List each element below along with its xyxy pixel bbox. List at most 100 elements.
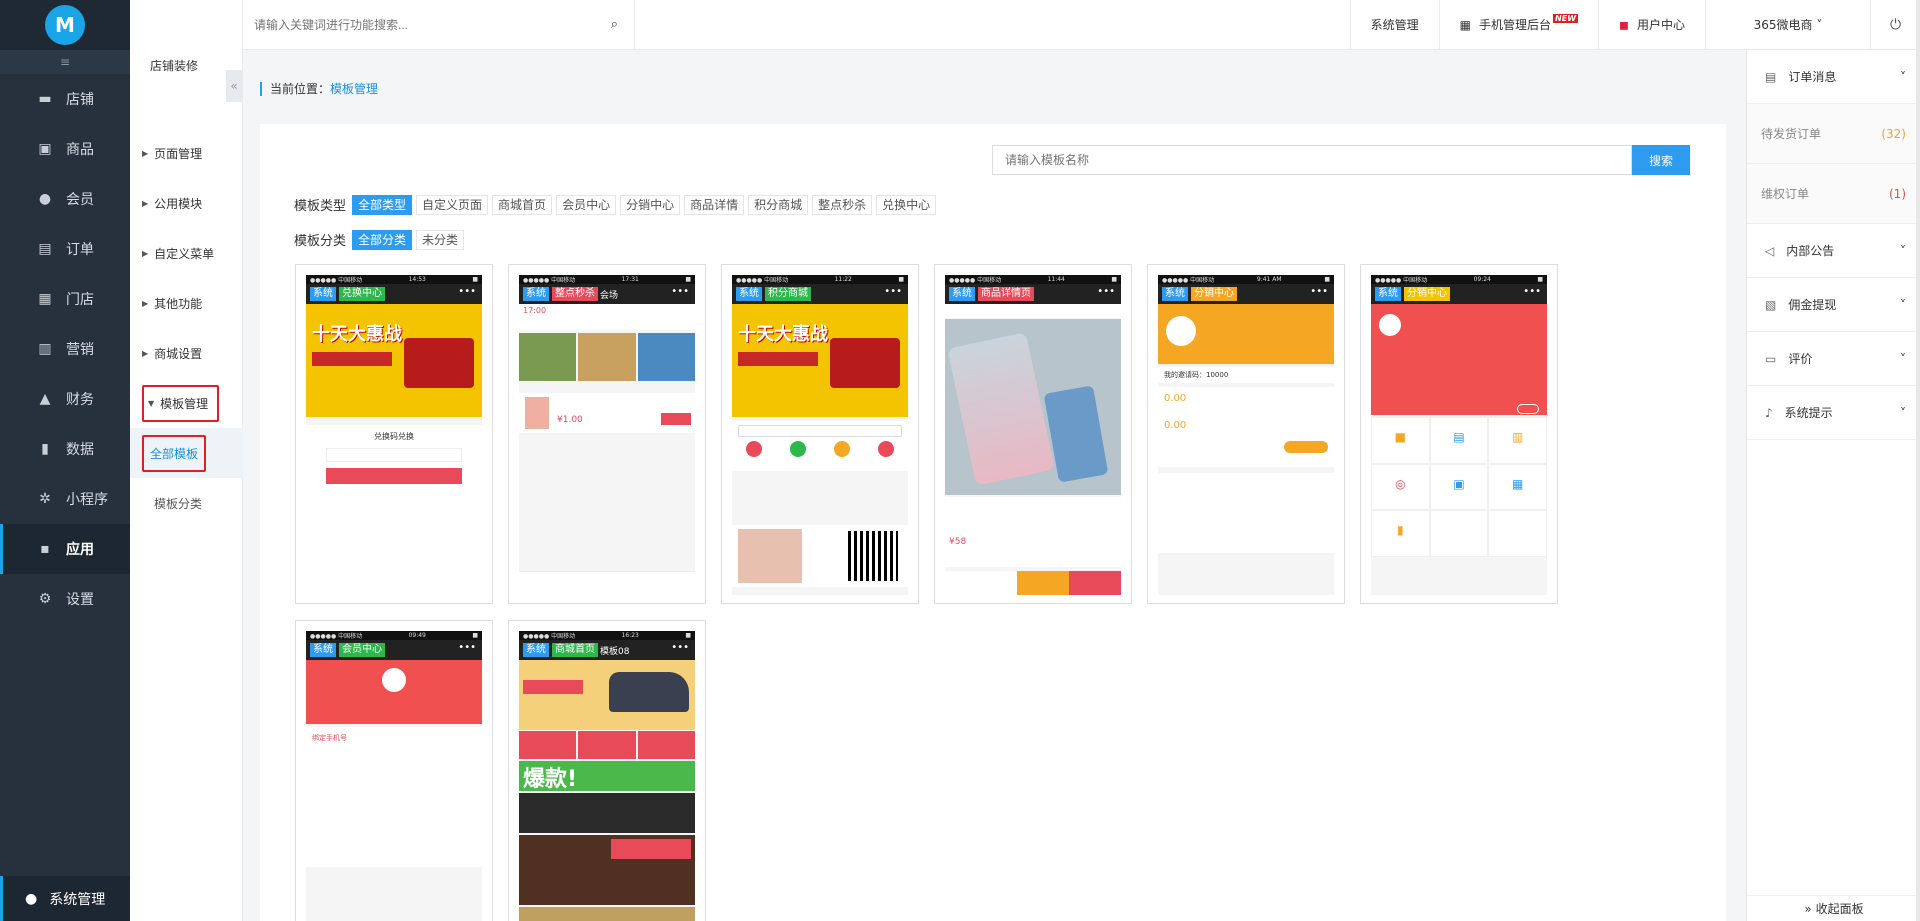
- rights-order-item[interactable]: 维权订单 (1): [1747, 164, 1920, 224]
- sidebar-item-label: 商品: [66, 142, 94, 158]
- comment-icon: ▭: [1765, 351, 1777, 366]
- sidebar-item-store[interactable]: ▦ 门店: [0, 274, 130, 324]
- page-scrollbar[interactable]: [1916, 0, 1920, 921]
- sub-item-custom-menu[interactable]: ▶ 自定义菜单: [130, 228, 243, 278]
- order-message-item[interactable]: ▤ 订单消息 ˅: [1747, 50, 1920, 104]
- sub-child-label: 全部模板: [142, 434, 207, 472]
- phone-nav-bar: 系统 兑换中心 •••: [306, 284, 482, 304]
- system-tag: 系统: [1162, 287, 1188, 301]
- more-icon: •••: [458, 286, 476, 297]
- sub-item-public-modules[interactable]: ▶ 公用模块: [130, 178, 243, 228]
- sidebar-item-label: 应用: [66, 542, 94, 558]
- template-card[interactable]: ●●●●● 中国移动 09:49 ■ 系统 会员中心 ••• 绑定手机号: [295, 620, 493, 921]
- phone-time: 09:24: [1473, 276, 1491, 283]
- template-name: 积分商城: [765, 287, 811, 301]
- type-chip[interactable]: 自定义页面: [416, 195, 489, 215]
- system-management-button[interactable]: ● 系统管理: [0, 876, 130, 921]
- sub-item-page-management[interactable]: ▶ 页面管理: [130, 128, 243, 178]
- more-icon: •••: [1310, 286, 1328, 297]
- sidebar-item-miniapp[interactable]: ✲ 小程序: [0, 474, 130, 524]
- main-content: 搜索 模板类型 全部类型自定义页面商城首页会员中心分销中心商品详情积分商城整点秒…: [260, 124, 1726, 921]
- phone-nav-bar: 系统 会员中心 •••: [306, 640, 482, 660]
- type-chip[interactable]: 会员中心: [556, 195, 617, 215]
- sidebar-item-order[interactable]: ▤ 订单: [0, 224, 130, 274]
- member-icon: ●: [38, 191, 52, 207]
- phone-status-bar: ●●●●● 中国移动 17:31 ■: [519, 275, 695, 284]
- phone-status-bar: ●●●●● 中国移动 14:53 ■: [306, 275, 482, 284]
- mobile-admin-link[interactable]: ▦ 手机管理后台 NEW: [1438, 0, 1598, 49]
- main-sidebar: M ≡ ▬ 店铺 ▣ 商品 ● 会员 ▤ 订单 ▦ 门店 ▥ 营销 ▲ 财务 ▮ 数据 ✲ 小程序 ▪ 应用 ⚙ 设置 ●…: [0, 0, 130, 921]
- sub-item-template-management[interactable]: ▼ 模板管理: [130, 378, 243, 428]
- brand-logo[interactable]: M: [45, 5, 85, 45]
- template-preview: ●●●●● 中国移动 9:41 AM ■ 系统 分销中心 ••• 我的邀请码：10000 0.…: [1158, 275, 1334, 595]
- sub-item-mall-settings[interactable]: ▶ 商城设置: [130, 328, 243, 378]
- sub-item-label: 模板管理: [160, 396, 209, 411]
- shop-switcher[interactable]: 365微电商 ˅: [1705, 0, 1870, 49]
- category-chip[interactable]: 未分类: [416, 230, 465, 250]
- mobile-admin-label: 手机管理后台: [1479, 18, 1552, 32]
- template-card[interactable]: ●●●●● 中国移动 09:24 ■ 系统 分销中心 ••• ■ ▤ ▥ ◎ ▣ ▦ ▮: [1360, 264, 1558, 604]
- power-icon[interactable]: ⏻: [1870, 0, 1920, 49]
- sidebar-item-settings[interactable]: ⚙ 设置: [0, 574, 130, 624]
- phone-time: 17:31: [621, 276, 639, 283]
- template-name: 商品详情页: [978, 287, 1034, 301]
- template-search-button[interactable]: 搜索: [1632, 145, 1690, 175]
- sidebar-item-data[interactable]: ▮ 数据: [0, 424, 130, 474]
- template-card[interactable]: ●●●●● 中国移动 9:41 AM ■ 系统 分销中心 ••• 我的邀请码：10000 0.…: [1147, 264, 1345, 604]
- sidebar-item-shop[interactable]: ▬ 店铺: [0, 74, 130, 124]
- breadcrumb-current[interactable]: 模板管理: [330, 82, 378, 96]
- sub-sidebar-collapse-icon[interactable]: «: [226, 70, 242, 102]
- phone-nav-bar: 系统 商城首页 模板08 •••: [519, 640, 695, 660]
- marketing-icon: ▥: [38, 341, 52, 357]
- template-card[interactable]: ●●●●● 中国移动 11:22 ■ 系统 积分商城 ••• 十天大惠战: [721, 264, 919, 604]
- review-item[interactable]: ▭ 评价 ˅: [1747, 332, 1920, 386]
- sidebar-collapse-button[interactable]: ≡: [0, 50, 130, 74]
- user-center-link[interactable]: ◼ 用户中心: [1598, 0, 1705, 49]
- sidebar-item-marketing[interactable]: ▥ 营销: [0, 324, 130, 374]
- sidebar-item-apps[interactable]: ▪ 应用: [0, 524, 130, 574]
- function-search: ⌕: [238, 0, 635, 49]
- order-icon: ▤: [38, 241, 52, 257]
- user-center-icon: ◼: [1619, 17, 1629, 32]
- template-preview: ●●●●● 中国移动 14:53 ■ 系统 兑换中心 ••• 十天大惠战 兑换码兑换: [306, 275, 482, 595]
- sidebar-item-goods[interactable]: ▣ 商品: [0, 124, 130, 174]
- search-icon[interactable]: ⌕: [611, 17, 618, 32]
- system-admin-link[interactable]: 系统管理: [1349, 0, 1439, 49]
- system-tag: 系统: [1375, 287, 1401, 301]
- pending-shipment-item[interactable]: 待发货订单 (32): [1747, 104, 1920, 164]
- sub-child-template-categories[interactable]: 模板分类: [130, 478, 243, 528]
- sidebar-item-finance[interactable]: ▲ 财务: [0, 374, 130, 424]
- type-chip[interactable]: 整点秒杀: [812, 195, 873, 215]
- category-chip[interactable]: 全部分类: [352, 230, 413, 250]
- template-card[interactable]: ●●●●● 中国移动 11:44 ■ 系统 商品详情页 ••• ¥58: [934, 264, 1132, 604]
- function-search-input[interactable]: [254, 17, 584, 32]
- phone-time: 11:44: [1047, 276, 1065, 283]
- sub-item-other-functions[interactable]: ▶ 其他功能: [130, 278, 243, 328]
- apps-icon: ▪: [40, 541, 50, 557]
- template-search-input[interactable]: [992, 145, 1632, 175]
- sidebar-item-member[interactable]: ● 会员: [0, 174, 130, 224]
- commission-withdraw-item[interactable]: ▧ 佣金提现 ˅: [1747, 278, 1920, 332]
- system-tag: 系统: [523, 643, 549, 657]
- category-filter-label: 模板分类: [294, 234, 347, 249]
- type-chip[interactable]: 分销中心: [620, 195, 681, 215]
- template-name: 商城首页: [552, 643, 598, 657]
- phone-nav-bar: 系统 整点秒杀 会场 •••: [519, 284, 695, 304]
- collapse-panel-button[interactable]: » 收起面板: [1747, 895, 1920, 921]
- type-filter-label: 模板类型: [294, 199, 347, 214]
- type-chip[interactable]: 兑换中心: [876, 195, 937, 215]
- sidebar-item-label: 门店: [66, 292, 94, 308]
- template-card[interactable]: ●●●●● 中国移动 14:53 ■ 系统 兑换中心 ••• 十天大惠战 兑换码兑换: [295, 264, 493, 604]
- type-chip[interactable]: 全部类型: [352, 195, 413, 215]
- template-card[interactable]: ●●●●● 中国移动 16:23 ■ 系统 商城首页 模板08 ••• 爆款!: [508, 620, 706, 921]
- sub-child-all-templates[interactable]: 全部模板: [130, 428, 243, 478]
- system-tip-item[interactable]: ♪ 系统提示 ˅: [1747, 386, 1920, 440]
- template-card[interactable]: ●●●●● 中国移动 17:31 ■ 系统 整点秒杀 会场 ••• 17:00 ¥1.00: [508, 264, 706, 604]
- system-tag: 系统: [736, 287, 762, 301]
- type-chip[interactable]: 商城首页: [492, 195, 553, 215]
- internal-notice-item[interactable]: ◁ 内部公告 ˅: [1747, 224, 1920, 278]
- type-chip[interactable]: 积分商城: [748, 195, 809, 215]
- type-chip[interactable]: 商品详情: [684, 195, 745, 215]
- chevron-down-icon: ˅: [1900, 243, 1906, 258]
- template-preview: ●●●●● 中国移动 16:23 ■ 系统 商城首页 模板08 ••• 爆款!: [519, 631, 695, 921]
